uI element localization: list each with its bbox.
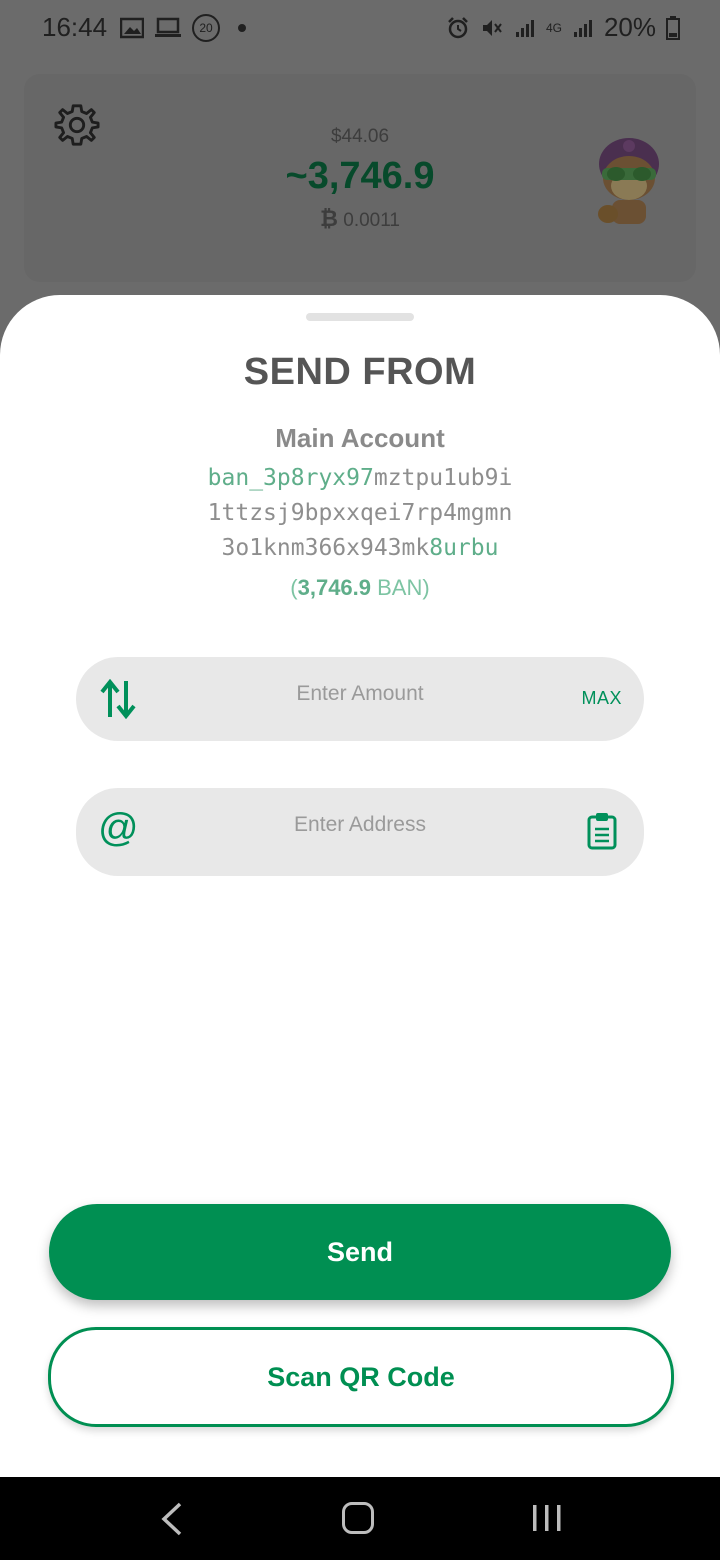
account-balance-unit: BAN xyxy=(371,575,423,600)
notification-20-icon: 20 xyxy=(192,14,220,42)
status-left-icons: 20 xyxy=(120,14,246,42)
account-balance-open: ( xyxy=(290,575,298,600)
recents-icon[interactable] xyxy=(530,1503,564,1533)
battery-percent: 20% xyxy=(603,12,656,42)
bitcoin-icon: ₿ xyxy=(320,206,338,231)
account-name: Main Account xyxy=(275,423,445,453)
address-field[interactable]: @ Enter Address xyxy=(76,788,644,876)
send-button[interactable]: Send xyxy=(49,1204,671,1300)
send-sheet: SEND FROM Main Account ban_3p8ryx97mztpu… xyxy=(0,295,720,1477)
sheet-title: SEND FROM xyxy=(243,351,477,393)
status-bar: 16:44 20 4G 20% xyxy=(0,0,720,56)
scan-qr-button-label: Scan QR Code xyxy=(267,1362,455,1392)
battery-icon xyxy=(666,15,680,40)
network-type: 4G xyxy=(545,20,562,35)
alarm-icon xyxy=(448,16,468,38)
signal-icon xyxy=(515,19,534,37)
image-icon xyxy=(120,17,144,39)
amount-field[interactable]: Enter Amount MAX xyxy=(76,657,644,741)
scan-qr-button[interactable]: Scan QR Code xyxy=(48,1327,674,1427)
btc-balance: 0.0011 xyxy=(343,210,400,231)
home-icon[interactable] xyxy=(342,1502,374,1534)
address-line1-rest: mztpu1ub9i xyxy=(373,465,513,491)
amount-input[interactable]: Enter Amount xyxy=(76,682,644,706)
address-line2: 1ttzsj9bpxxqei7rp4mgmn xyxy=(207,500,513,526)
sheet-handle[interactable] xyxy=(306,313,414,321)
back-icon[interactable] xyxy=(158,1501,186,1537)
address-prefix: ban_3p8ryx97 xyxy=(207,465,374,491)
account-balance: (3,746.9 BAN) xyxy=(0,575,720,601)
signal-icon-2 xyxy=(573,19,592,37)
account-address: ban_3p8ryx97mztpu1ub9i 1ttzsj9bpxxqei7rp… xyxy=(0,461,720,566)
system-nav-bar xyxy=(0,1477,720,1560)
address-input[interactable]: Enter Address xyxy=(76,813,644,837)
max-button[interactable]: MAX xyxy=(581,688,622,709)
laptop-icon xyxy=(155,17,181,37)
dot-icon xyxy=(238,24,246,32)
monkey-avatar[interactable] xyxy=(584,134,674,230)
account-balance-close: ) xyxy=(422,575,430,600)
account-balance-amount: 3,746.9 xyxy=(297,575,372,600)
status-right: 4G 20% xyxy=(446,12,680,43)
address-suffix: 8urbu xyxy=(429,535,499,561)
status-time: 16:44 xyxy=(42,12,108,42)
clipboard-icon[interactable] xyxy=(586,812,618,850)
mute-icon xyxy=(482,19,502,36)
address-line3-start: 3o1knm366x943mk xyxy=(221,535,430,561)
send-button-label: Send xyxy=(326,1237,393,1267)
